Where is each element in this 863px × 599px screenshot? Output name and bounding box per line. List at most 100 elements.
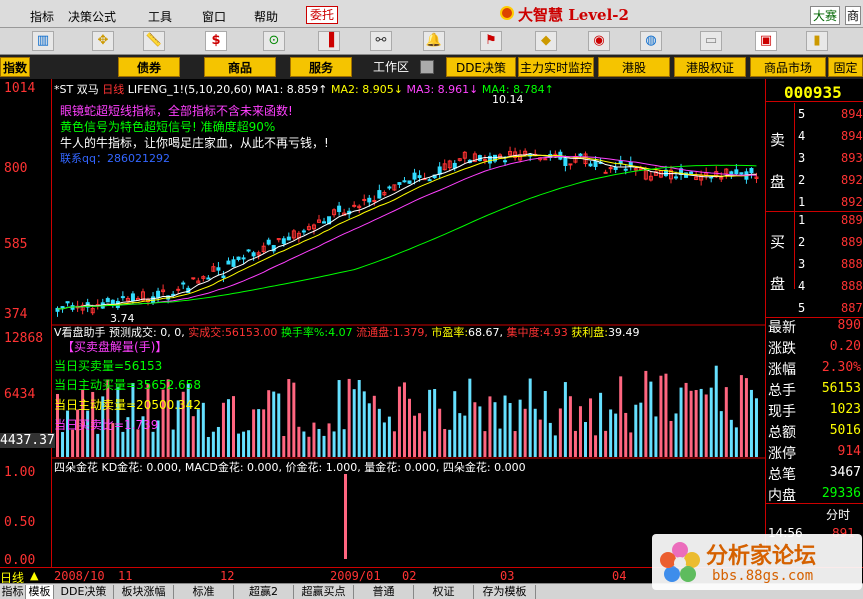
candle-body: [568, 163, 573, 166]
binoculars-icon[interactable]: ⚯: [370, 31, 392, 51]
toolbar: ▥ ✥ 📏 $ ⊙ ▐ ⚯ 🔔 ⚑ ◆ ◉ ◍ ▭ ▣ ▮: [0, 28, 863, 55]
volume-bar: [317, 428, 321, 457]
volume-bar: [372, 395, 376, 457]
volume-bar: [418, 413, 422, 457]
volume-bar: [674, 413, 678, 457]
contest-button[interactable]: 大赛: [810, 6, 841, 25]
candle-body: [503, 160, 508, 163]
buy-label: 盘: [770, 275, 786, 293]
volume-bar: [433, 389, 437, 457]
volume-tick: 6434: [4, 387, 36, 402]
volume-bar: [302, 431, 306, 457]
globe-icon[interactable]: ◍: [640, 31, 662, 51]
candle-body: [231, 259, 236, 267]
btab-template[interactable]: 模板: [26, 585, 54, 599]
volume-bar: [468, 378, 472, 457]
fenshi-label[interactable]: 分时: [826, 506, 850, 523]
candle-body: [216, 267, 221, 271]
candle-body: [377, 190, 382, 199]
btab-sector[interactable]: 板块涨幅: [114, 585, 174, 599]
move-icon[interactable]: ✥: [92, 31, 114, 51]
tab-commodity[interactable]: 商品: [204, 57, 276, 77]
commission-button[interactable]: 委托: [306, 6, 338, 24]
menu-item-tools[interactable]: 工具: [148, 8, 172, 25]
workarea-dropdown-icon[interactable]: [420, 60, 434, 74]
btab-dde[interactable]: DDE决策: [54, 585, 114, 599]
pill-icon[interactable]: ◉: [588, 31, 610, 51]
menu-item-indicator[interactable]: 指标: [30, 8, 54, 25]
dollar-icon[interactable]: $: [205, 31, 227, 51]
tab-service[interactable]: 服务: [290, 57, 352, 77]
volume-bar: [267, 390, 271, 457]
candle-body: [407, 180, 412, 184]
candle-body: [251, 252, 256, 257]
diamond-icon[interactable]: ◆: [535, 31, 557, 51]
buy-price: 889: [841, 213, 863, 227]
volume-bar: [206, 436, 210, 457]
tab-main-monitor[interactable]: 主力实时监控: [518, 57, 594, 77]
buy-price: 888: [841, 279, 863, 293]
ruler-icon[interactable]: 📏: [143, 31, 165, 51]
volume-bar: [568, 396, 572, 457]
kline-icon[interactable]: ▥: [32, 31, 54, 51]
volume-bar: [694, 390, 698, 457]
watermark-url: bbs.88gs.com: [712, 568, 814, 584]
building-icon[interactable]: ▮: [806, 31, 828, 51]
tab-hk-warrant[interactable]: 港股权证: [674, 57, 746, 77]
volume-bar: [714, 365, 718, 457]
stat-label: 总笔: [768, 467, 796, 483]
window-icon[interactable]: ▣: [755, 31, 777, 51]
btab-save-template[interactable]: 存为模板: [474, 585, 536, 599]
volume-bar: [216, 426, 220, 457]
sell-price: 892: [841, 173, 863, 187]
menu-item-formula[interactable]: 公式: [92, 8, 116, 25]
volume-bar: [533, 408, 537, 457]
volume-bar: [664, 373, 668, 457]
volume-bar: [221, 402, 225, 457]
volume-bar: [498, 428, 502, 457]
volume-bar: [272, 391, 276, 457]
btab-standard[interactable]: 标准: [174, 585, 234, 599]
menu-item-window[interactable]: 窗口: [202, 8, 226, 25]
stock-code[interactable]: 000935: [784, 83, 842, 102]
menu-item-decision[interactable]: 决策: [68, 8, 92, 25]
candle-body: [352, 204, 357, 207]
volume-bar: [232, 396, 235, 457]
btab-chaoying2[interactable]: 超赢2: [234, 585, 294, 599]
volume-bar: [739, 375, 743, 457]
volume-bar: [367, 403, 371, 457]
btab-warrant[interactable]: 权证: [414, 585, 474, 599]
candle-body: [60, 306, 65, 309]
volume-bar: [508, 403, 512, 457]
link-icon[interactable]: ⊙: [263, 31, 285, 51]
volume-bar: [408, 398, 411, 457]
bell-icon[interactable]: 🔔: [423, 31, 445, 51]
watermark-title: 分析家论坛: [706, 543, 817, 569]
btab-buy-point[interactable]: 超赢买点: [294, 585, 354, 599]
tab-bond[interactable]: 债券: [118, 57, 180, 77]
scroll-up-icon[interactable]: ▲: [30, 569, 38, 582]
menu-item-help[interactable]: 帮助: [254, 8, 278, 25]
tab-commodity-market[interactable]: 商品市场: [750, 57, 826, 77]
market-button[interactable]: 商: [845, 6, 862, 25]
volume-bar: [262, 409, 266, 457]
volume-bar: [136, 429, 140, 457]
candle-body: [367, 197, 372, 203]
candle-body: [623, 168, 628, 171]
tab-fixed-income[interactable]: 固定收: [828, 57, 863, 77]
volume-bar: [538, 419, 542, 457]
flag-icon[interactable]: ⚑: [480, 31, 502, 51]
tab-hk-stock[interactable]: 港股: [598, 57, 670, 77]
volume-bar: [614, 413, 618, 457]
btab-indicator[interactable]: 指标: [0, 585, 26, 599]
document-icon[interactable]: ▭: [700, 31, 722, 51]
tab-index[interactable]: 指数: [0, 57, 30, 77]
volume-bar: [287, 379, 291, 457]
volume-bar: [327, 423, 331, 457]
candle-body: [412, 172, 417, 180]
bar-chart-icon[interactable]: ▐: [318, 31, 340, 51]
volume-bar: [599, 392, 603, 457]
tab-dde[interactable]: DDE决策: [446, 57, 516, 77]
btab-normal[interactable]: 普通: [354, 585, 414, 599]
volume-bar: [377, 408, 381, 457]
